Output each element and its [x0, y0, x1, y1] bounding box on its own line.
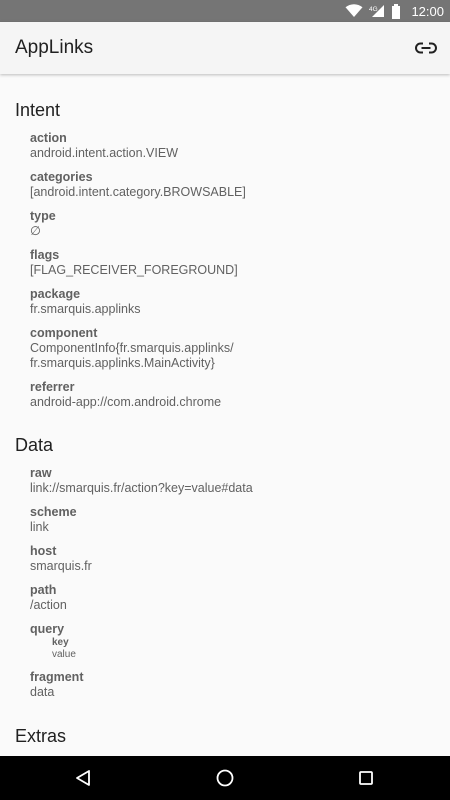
- entry-key: fragment: [30, 670, 84, 684]
- entry-key: flags: [30, 248, 60, 262]
- status-bar: 4G 12:00: [0, 0, 450, 22]
- entry-key: scheme: [30, 505, 77, 519]
- section-intent: Intent action android.intent.action.VIEW…: [0, 74, 450, 410]
- wifi-icon: [345, 4, 363, 17]
- entry-scheme: scheme link: [30, 504, 450, 535]
- entry-key: component: [30, 326, 98, 340]
- entry-key: type: [30, 209, 56, 223]
- back-button[interactable]: [68, 763, 98, 793]
- section-title-intent: Intent: [15, 100, 61, 120]
- home-button[interactable]: [210, 763, 240, 793]
- home-circle-icon: [216, 769, 234, 787]
- entry-host: host smarquis.fr: [30, 543, 450, 574]
- app-title: AppLinks: [15, 37, 94, 58]
- entry-value: [FLAG_RECEIVER_FOREGROUND]: [30, 263, 238, 277]
- entry-component: component ComponentInfo{fr.smarquis.appl…: [30, 325, 450, 371]
- entry-value: /action: [30, 598, 67, 612]
- entry-value: fr.smarquis.applinks: [30, 302, 141, 316]
- query-param-key: key: [52, 637, 69, 648]
- app-bar: AppLinks: [0, 22, 450, 74]
- entry-type: type ∅: [30, 208, 450, 239]
- entry-value: link: [30, 520, 49, 534]
- entry-key: path: [30, 583, 57, 597]
- navigation-bar: [0, 756, 450, 800]
- network-type-label: 4G: [369, 6, 378, 13]
- entry-key: action: [30, 131, 67, 145]
- entry-referrer: referrer android-app://com.android.chrom…: [30, 379, 450, 410]
- entry-query: query key value: [30, 621, 450, 661]
- entry-key: raw: [30, 466, 52, 480]
- entry-path: path /action: [30, 582, 450, 613]
- cellular-signal-icon: 4G: [369, 5, 385, 17]
- back-triangle-icon: [76, 770, 90, 786]
- entry-value: ComponentInfo{fr.smarquis.applinks/: [30, 341, 234, 355]
- entry-value: [android.intent.category.BROWSABLE]: [30, 185, 246, 199]
- entry-value: fr.smarquis.applinks.MainActivity}: [30, 356, 215, 370]
- entry-key: package: [30, 287, 81, 301]
- content-list[interactable]: Intent action android.intent.action.VIEW…: [0, 74, 450, 756]
- query-param-value: value: [52, 649, 76, 660]
- entry-key: referrer: [30, 380, 75, 394]
- entry-key: host: [30, 544, 57, 558]
- entry-key: categories: [30, 170, 93, 184]
- entry-action: action android.intent.action.VIEW: [30, 130, 450, 161]
- entry-package: package fr.smarquis.applinks: [30, 286, 450, 317]
- link-icon: [415, 42, 437, 54]
- entry-raw: raw link://smarquis.fr/action?key=value#…: [30, 465, 450, 496]
- entry-flags: flags [FLAG_RECEIVER_FOREGROUND]: [30, 247, 450, 278]
- link-button[interactable]: [412, 34, 440, 62]
- section-extras: Extras: [0, 700, 450, 750]
- status-icons: 4G 12:00: [345, 0, 444, 22]
- entry-value: smarquis.fr: [30, 559, 92, 573]
- status-time: 12:00: [411, 3, 444, 19]
- recents-button[interactable]: [351, 763, 381, 793]
- entry-value: link://smarquis.fr/action?key=value#data: [30, 481, 253, 495]
- entry-fragment: fragment data: [30, 669, 450, 700]
- entry-value: data: [30, 685, 55, 699]
- section-data: Data raw link://smarquis.fr/action?key=v…: [0, 410, 450, 700]
- entry-value: android.intent.action.VIEW: [30, 146, 178, 160]
- entry-value: android-app://com.android.chrome: [30, 395, 222, 409]
- section-title-extras: Extras: [15, 726, 67, 746]
- recents-square-icon: [359, 771, 373, 785]
- entry-key: query: [30, 622, 65, 636]
- entry-categories: categories [android.intent.category.BROW…: [30, 169, 450, 200]
- entry-value: ∅: [30, 224, 41, 238]
- section-title-data: Data: [15, 435, 54, 455]
- battery-icon: [392, 3, 401, 19]
